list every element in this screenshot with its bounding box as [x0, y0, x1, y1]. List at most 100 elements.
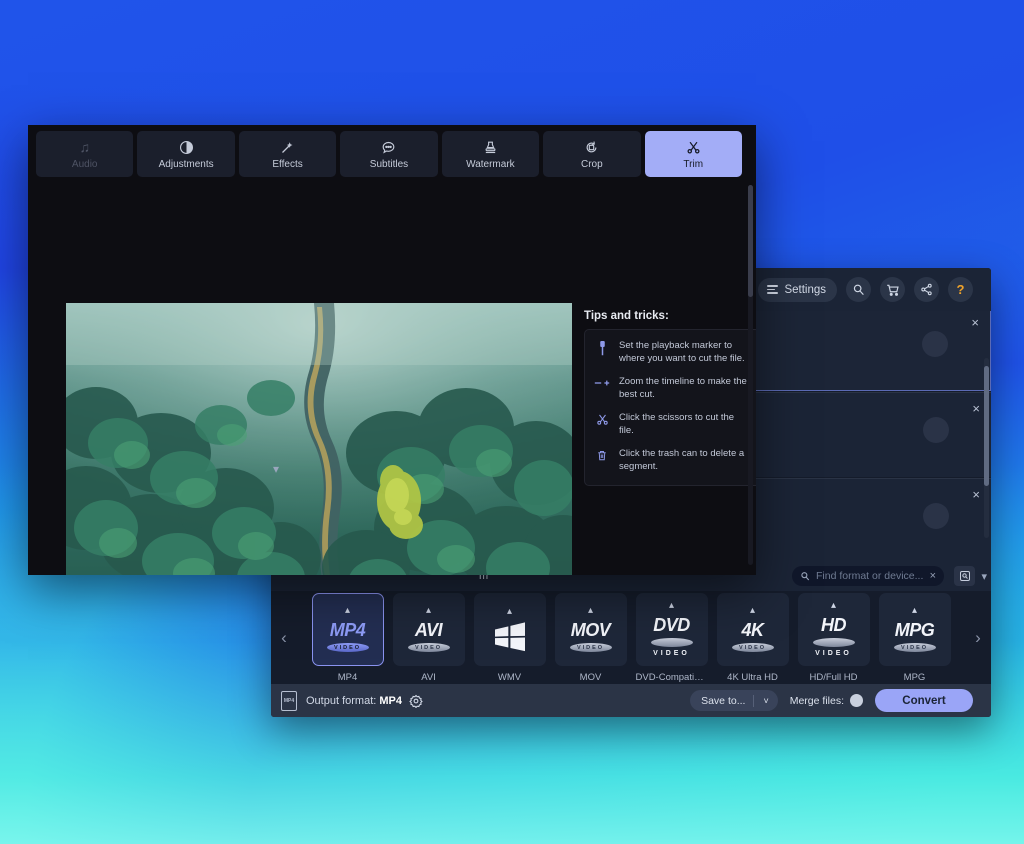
file-thumbnail — [922, 331, 948, 357]
editor-scrollbar[interactable] — [748, 185, 753, 565]
chevron-down-icon[interactable]: ˅ — [754, 696, 777, 706]
merge-files-label: Merge files: — [789, 694, 844, 707]
video-frame — [66, 303, 572, 575]
tab-subtitles[interactable]: Subtitles — [340, 131, 438, 177]
format-tile-4k[interactable]: ▴ 4K VIDEO 4K Ultra HD — [716, 592, 789, 683]
format-caption: AVI — [421, 671, 436, 683]
formats-prev-button[interactable]: ‹ — [271, 628, 297, 648]
expand-chevron-icon[interactable]: ▾ — [981, 570, 987, 583]
format-caption: DVD-Compatible ... — [635, 671, 708, 683]
format-tile-dvd[interactable]: ▴ DVD VIDEO DVD-Compatible ... — [635, 592, 708, 683]
formats-next-button[interactable]: › — [965, 628, 991, 648]
tip-text: Set the playback marker to where you wan… — [619, 340, 745, 364]
tab-audio[interactable]: ♫ Audio — [36, 131, 134, 177]
file-list-scrollbar[interactable] — [984, 358, 989, 538]
merge-files-control[interactable]: Merge files: — [790, 694, 863, 707]
tab-label: Watermark — [466, 158, 515, 170]
output-format-value: MP4 — [379, 694, 402, 707]
chevron-up-icon: ▴ — [425, 605, 432, 616]
tip-item: Click the trash can to delete a segment. — [594, 448, 750, 473]
share-icon[interactable] — [914, 277, 939, 302]
tab-label: Subtitles — [369, 158, 409, 170]
format-logo: 4K — [741, 620, 764, 640]
format-tile-mov[interactable]: ▴ MOV VIDEO MOV — [554, 592, 627, 683]
tip-item: Click the scissors to cut the file. — [594, 412, 750, 437]
disc-badge: VIDEO — [407, 643, 450, 652]
magic-wand-icon — [280, 139, 295, 156]
tip-text: Zoom the timeline to make the best cut. — [619, 376, 747, 400]
output-format-label: Output format: — [306, 694, 377, 707]
format-caption: WMV — [497, 671, 522, 683]
tips-panel: Tips and tricks: Set the playback marker… — [584, 310, 756, 487]
save-to-label: Save to... — [701, 694, 746, 707]
remove-file-button[interactable]: × — [971, 315, 979, 330]
shopping-cart-icon[interactable] — [880, 277, 905, 302]
scissors-icon — [594, 412, 610, 437]
merge-files-toggle[interactable] — [850, 694, 863, 707]
tab-watermark[interactable]: Watermark — [441, 131, 540, 177]
file-thumbnail — [923, 417, 949, 443]
save-to-button[interactable]: Save to... ˅ — [690, 690, 778, 711]
format-search-input[interactable]: Find format or device... × — [792, 566, 944, 586]
conversion-bar: MP4 Output format: MP4 Save to... ˅ Merg… — [271, 684, 991, 717]
contrast-icon — [179, 139, 194, 156]
file-thumbnail — [923, 503, 949, 529]
tab-label: Audio — [71, 158, 98, 170]
tab-crop[interactable]: Crop — [543, 131, 641, 177]
disc-badge: VIDEO — [326, 643, 369, 652]
help-icon[interactable]: ? — [948, 277, 973, 302]
remove-file-button[interactable]: × — [972, 487, 980, 502]
format-caption: MP4 — [337, 671, 358, 683]
tab-adjustments[interactable]: Adjustments — [137, 131, 235, 177]
format-tile-mpg[interactable]: ▴ MPG VIDEO MPG — [878, 592, 951, 683]
marker-icon — [594, 340, 610, 365]
chevron-up-icon: ▴ — [911, 605, 918, 616]
format-presets: ‹ ▴ MP4 VIDEO MP4 ▴ AVI VIDEO AVI ▴ WMV … — [271, 591, 991, 684]
format-tile-avi[interactable]: ▴ AVI VIDEO AVI — [392, 592, 465, 683]
format-logo: DVD — [653, 615, 690, 635]
device-search-button[interactable] — [954, 566, 975, 586]
zoom-timeline-icon — [594, 376, 610, 401]
chevron-up-icon: ▴ — [749, 605, 756, 616]
tab-trim[interactable]: Trim — [644, 131, 742, 177]
format-caption: HD/Full HD — [809, 671, 858, 683]
search-icon[interactable] — [846, 277, 871, 302]
gear-icon[interactable] — [409, 694, 423, 708]
format-logo: MP4 — [329, 620, 366, 640]
format-caption: MPG — [903, 671, 926, 683]
remove-file-button[interactable]: × — [972, 401, 980, 416]
magnifier-icon — [801, 572, 810, 581]
settings-button[interactable]: Settings — [758, 277, 837, 302]
format-logo: AVI — [414, 620, 443, 640]
tab-label: Adjustments — [158, 158, 214, 170]
collapse-chevron-icon[interactable]: ▾ — [273, 462, 279, 476]
format-logo: MOV — [570, 620, 611, 640]
hamburger-icon — [767, 285, 779, 294]
tab-label: Crop — [580, 158, 603, 170]
convert-button[interactable]: Convert — [875, 689, 973, 712]
stamp-icon — [483, 139, 498, 156]
output-file-icon: MP4 — [281, 690, 297, 711]
format-tile-mp4[interactable]: ▴ MP4 VIDEO MP4 — [311, 592, 384, 683]
format-caption: 4K Ultra HD — [727, 671, 778, 683]
crop-rotate-icon — [584, 139, 599, 156]
format-logo: MPG — [894, 620, 935, 640]
tab-label: Effects — [272, 158, 303, 170]
tip-text: Click the scissors to cut the file. — [619, 412, 735, 436]
tab-effects[interactable]: Effects — [238, 131, 337, 177]
tip-item: Set the playback marker to where you wan… — [594, 340, 750, 365]
chevron-up-icon: ▴ — [506, 605, 513, 617]
format-tile-hd[interactable]: ▴ HD VIDEO HD/Full HD — [797, 592, 870, 683]
tips-title: Tips and tricks: — [584, 310, 669, 322]
video-label: VIDEO — [653, 650, 690, 657]
clear-search-icon[interactable]: × — [930, 570, 936, 582]
disc-badge: VIDEO — [893, 643, 936, 652]
video-preview[interactable] — [66, 303, 572, 575]
video-editor-window: ♫ Audio Adjustments Effects Subtitles Wa… — [28, 125, 756, 575]
search-placeholder: Find format or device... — [816, 570, 924, 582]
editor-tabs: ♫ Audio Adjustments Effects Subtitles Wa… — [36, 131, 742, 177]
format-tile-wmv[interactable]: ▴ WMV — [473, 592, 546, 683]
speech-bubble-icon — [381, 139, 396, 156]
video-label: VIDEO — [815, 650, 852, 657]
disc-badge — [650, 638, 693, 647]
